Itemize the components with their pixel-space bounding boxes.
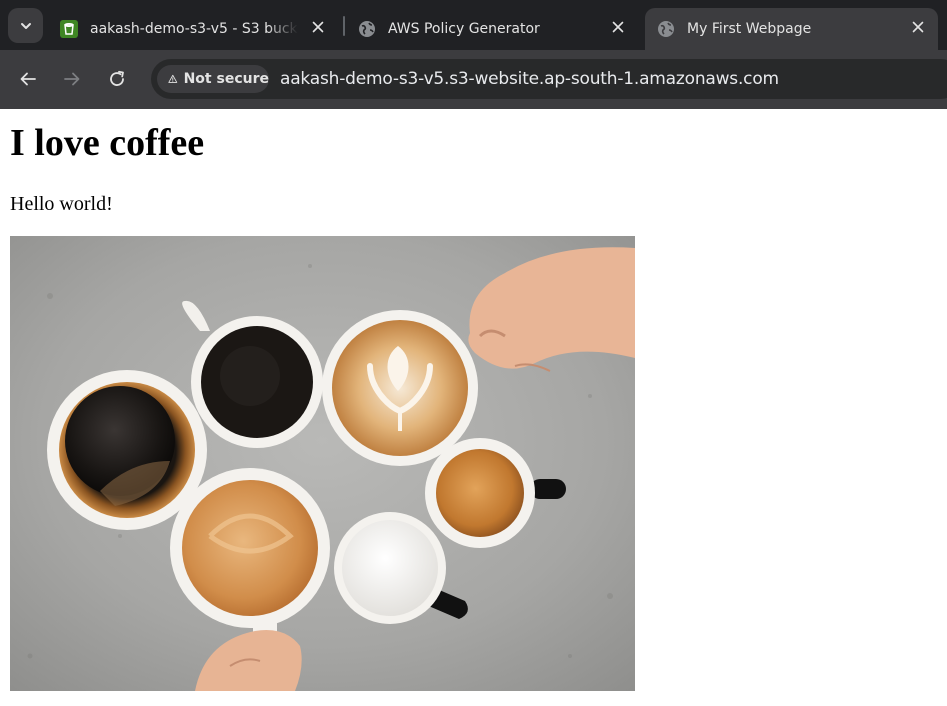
reload-button[interactable] <box>102 64 132 94</box>
close-icon[interactable] <box>308 17 328 37</box>
globe-icon <box>359 21 375 37</box>
url-text[interactable]: aakash-demo-s3-v5.s3-website.ap-south-1.… <box>280 69 779 89</box>
page-paragraph: Hello world! <box>10 193 113 215</box>
browser-toolbar: Not secure aakash-demo-s3-v5.s3-website.… <box>0 50 947 109</box>
back-button[interactable] <box>13 64 43 94</box>
security-indicator[interactable]: Not secure <box>157 65 269 93</box>
coffee-illustration <box>10 236 635 691</box>
warning-icon <box>168 74 178 83</box>
reload-icon <box>110 70 124 86</box>
tab-my-first-webpage[interactable]: My First Webpage <box>645 8 938 50</box>
address-bar[interactable]: Not secure aakash-demo-s3-v5.s3-website.… <box>151 59 947 99</box>
cup-latte-art <box>322 310 478 466</box>
tab-s3-bucket[interactable]: aakash-demo-s3-v5 - S3 bucket <box>48 8 338 50</box>
chevron-down-icon <box>20 22 31 29</box>
arrow-right-icon <box>64 72 80 86</box>
page-heading: I love coffee <box>10 122 205 164</box>
tab-strip: aakash-demo-s3-v5 - S3 bucket AWS Policy… <box>0 0 947 50</box>
tab-policy-generator[interactable]: AWS Policy Generator <box>346 8 638 50</box>
aws-s3-icon <box>60 20 78 38</box>
tab-search-button[interactable] <box>8 8 43 43</box>
coffee-cups-photo <box>10 236 635 691</box>
close-icon[interactable] <box>908 17 928 37</box>
forward-button[interactable] <box>57 64 87 94</box>
close-icon[interactable] <box>608 17 628 37</box>
tab-title: My First Webpage <box>687 21 812 37</box>
security-label: Not secure <box>183 71 269 87</box>
tab-divider <box>343 16 345 36</box>
globe-icon <box>658 21 674 37</box>
web-page: I love coffee Hello world! <box>0 109 947 706</box>
tab-title: aakash-demo-s3-v5 - S3 bucket <box>90 21 298 37</box>
tab-title: AWS Policy Generator <box>388 21 540 37</box>
arrow-left-icon <box>20 72 36 86</box>
